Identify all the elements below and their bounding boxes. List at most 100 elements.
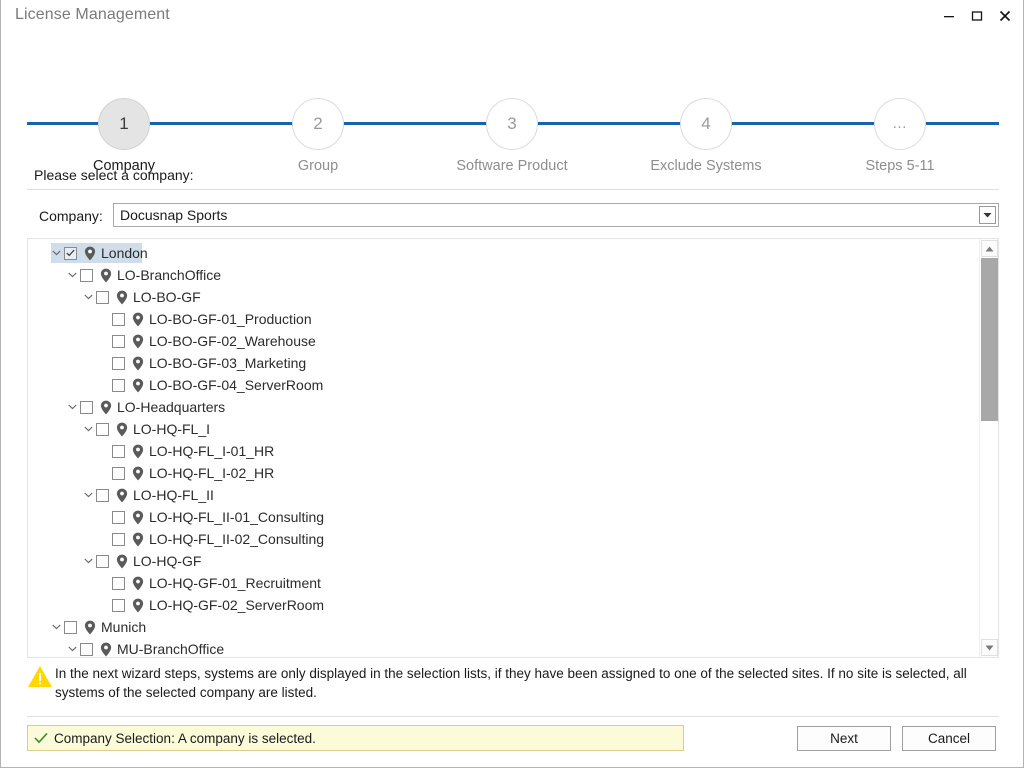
tree-item-checkbox[interactable] bbox=[112, 334, 125, 348]
scrollbar-thumb[interactable] bbox=[981, 258, 998, 421]
tree-item[interactable]: LO-Headquarters bbox=[28, 396, 980, 418]
tree-item[interactable]: Munich bbox=[28, 616, 980, 638]
close-icon bbox=[999, 10, 1011, 22]
tree-item-checkbox[interactable] bbox=[112, 378, 125, 392]
tree-scrollbar[interactable] bbox=[979, 239, 998, 657]
stepper-step-1[interactable]: 1 Company bbox=[93, 98, 155, 174]
chevron-down-icon[interactable] bbox=[64, 272, 80, 278]
tree-item-checkbox[interactable] bbox=[80, 642, 93, 656]
warning-message: In the next wizard steps, systems are on… bbox=[27, 661, 999, 707]
tree-item[interactable]: LO-HQ-GF-02_ServerRoom bbox=[28, 594, 980, 616]
stepper-step-3[interactable]: 3 Software Product bbox=[456, 98, 568, 174]
company-combobox[interactable]: Docusnap Sports bbox=[113, 203, 999, 227]
chevron-down-icon[interactable] bbox=[64, 646, 80, 652]
tree-item[interactable]: LO-BO-GF-01_Production bbox=[28, 308, 980, 330]
tree-item[interactable]: MU-BranchOffice bbox=[28, 638, 980, 657]
tree-twisty-placeholder bbox=[96, 580, 112, 586]
tree-item-label: LO-BO-GF bbox=[133, 289, 201, 305]
tree-item-checkbox[interactable] bbox=[112, 598, 125, 612]
scroll-down-button[interactable] bbox=[981, 639, 998, 656]
chevron-down-icon[interactable] bbox=[80, 558, 96, 564]
stepper-circle-4: 4 bbox=[680, 98, 732, 150]
chevron-down-icon bbox=[983, 213, 992, 218]
chevron-down-icon[interactable] bbox=[48, 624, 64, 630]
tree-twisty-placeholder bbox=[96, 536, 112, 542]
location-pin-icon bbox=[115, 290, 129, 305]
tree-item[interactable]: LO-HQ-FL_II-02_Consulting bbox=[28, 528, 980, 550]
tree-item-label: LO-HQ-GF-01_Recruitment bbox=[149, 575, 321, 591]
warning-text: In the next wizard steps, systems are on… bbox=[55, 666, 967, 700]
location-pin-icon bbox=[131, 378, 145, 393]
tree-twisty-placeholder bbox=[96, 470, 112, 476]
tree-item-checkbox[interactable] bbox=[80, 400, 93, 414]
tree-item-label: Munich bbox=[101, 619, 147, 635]
minimize-button[interactable] bbox=[935, 4, 963, 28]
stepper-step-4[interactable]: 4 Exclude Systems bbox=[650, 98, 762, 174]
tree-item[interactable]: LO-BO-GF bbox=[28, 286, 980, 308]
location-pin-icon bbox=[83, 246, 97, 261]
tree-twisty-placeholder bbox=[96, 382, 112, 388]
tree-item-label: LO-HQ-FL_I bbox=[133, 421, 211, 437]
tree-item-checkbox[interactable] bbox=[112, 312, 125, 326]
tree-item[interactable]: LO-HQ-GF bbox=[28, 550, 980, 572]
tree-item[interactable]: LO-HQ-FL_I-01_HR bbox=[28, 440, 980, 462]
chevron-down-icon[interactable] bbox=[80, 492, 96, 498]
tree-item-checkbox[interactable] bbox=[96, 554, 109, 568]
tree-item-checkbox[interactable] bbox=[112, 466, 125, 480]
window-title: License Management bbox=[15, 6, 170, 23]
tree-item[interactable]: LO-BO-GF-03_Marketing bbox=[28, 352, 980, 374]
tree-item[interactable]: LO-BO-GF-02_Warehouse bbox=[28, 330, 980, 352]
tree-item-checkbox[interactable] bbox=[112, 356, 125, 370]
tree-item-label: MU-BranchOffice bbox=[117, 641, 225, 657]
location-pin-icon bbox=[115, 488, 129, 503]
next-button[interactable]: Next bbox=[797, 726, 891, 751]
cancel-button[interactable]: Cancel bbox=[902, 726, 996, 751]
scroll-up-button[interactable] bbox=[981, 240, 998, 257]
tree-item-label: LO-BO-GF-04_ServerRoom bbox=[149, 377, 324, 393]
tree-item-checkbox[interactable] bbox=[112, 444, 125, 458]
stepper-number-1: 1 bbox=[119, 114, 129, 133]
tree-item-label: LO-HQ-FL_II-01_Consulting bbox=[149, 509, 325, 525]
tree-item[interactable]: London bbox=[28, 242, 980, 264]
tree-twisty-placeholder bbox=[96, 514, 112, 520]
company-label: Company: bbox=[39, 208, 103, 224]
stepper-step-5[interactable]: … Steps 5-11 bbox=[865, 98, 935, 174]
tree-item-checkbox[interactable] bbox=[64, 246, 77, 260]
tree-item-checkbox[interactable] bbox=[96, 290, 109, 304]
chevron-down-icon[interactable] bbox=[80, 426, 96, 432]
stepper-label-5: Steps 5-11 bbox=[865, 158, 935, 174]
tree-item-checkbox[interactable] bbox=[80, 268, 93, 282]
chevron-down-icon[interactable] bbox=[80, 294, 96, 300]
site-tree[interactable]: London LO-BranchOffice LO-BO-GF LO-BO-GF-01… bbox=[28, 239, 980, 657]
close-button[interactable] bbox=[991, 4, 1019, 28]
chevron-down-icon[interactable] bbox=[64, 404, 80, 410]
warning-triangle-icon bbox=[27, 661, 55, 694]
tree-item-checkbox[interactable] bbox=[96, 488, 109, 502]
stepper-step-2[interactable]: 2 Group bbox=[292, 98, 344, 174]
maximize-button[interactable] bbox=[963, 4, 991, 28]
tree-item[interactable]: LO-HQ-FL_II bbox=[28, 484, 980, 506]
scroll-up-icon bbox=[985, 246, 994, 251]
tree-item[interactable]: LO-HQ-FL_II-01_Consulting bbox=[28, 506, 980, 528]
combobox-dropdown-button[interactable] bbox=[979, 206, 996, 224]
location-pin-icon bbox=[99, 268, 113, 283]
location-pin-icon bbox=[131, 356, 145, 371]
tree-item[interactable]: LO-BO-GF-04_ServerRoom bbox=[28, 374, 980, 396]
tree-item[interactable]: LO-HQ-FL_I-02_HR bbox=[28, 462, 980, 484]
stepper-label-3: Software Product bbox=[456, 158, 568, 174]
location-pin-icon bbox=[115, 554, 129, 569]
chevron-down-icon[interactable] bbox=[48, 250, 64, 256]
stepper-label-4: Exclude Systems bbox=[650, 158, 762, 174]
company-selected-value: Docusnap Sports bbox=[120, 207, 228, 223]
wizard-stepper: 1 Company 2 Group 3 Software Product 4 E… bbox=[1, 40, 1023, 174]
tree-item-checkbox[interactable] bbox=[112, 510, 125, 524]
tree-item[interactable]: LO-HQ-GF-01_Recruitment bbox=[28, 572, 980, 594]
tree-item[interactable]: LO-BranchOffice bbox=[28, 264, 980, 286]
status-text: Company Selection: A company is selected… bbox=[54, 730, 316, 746]
tree-item[interactable]: LO-HQ-FL_I bbox=[28, 418, 980, 440]
tree-item-checkbox[interactable] bbox=[96, 422, 109, 436]
tree-item-checkbox[interactable] bbox=[112, 576, 125, 590]
tree-item-checkbox[interactable] bbox=[64, 620, 77, 634]
tree-item-checkbox[interactable] bbox=[112, 532, 125, 546]
scroll-down-icon bbox=[985, 645, 994, 650]
